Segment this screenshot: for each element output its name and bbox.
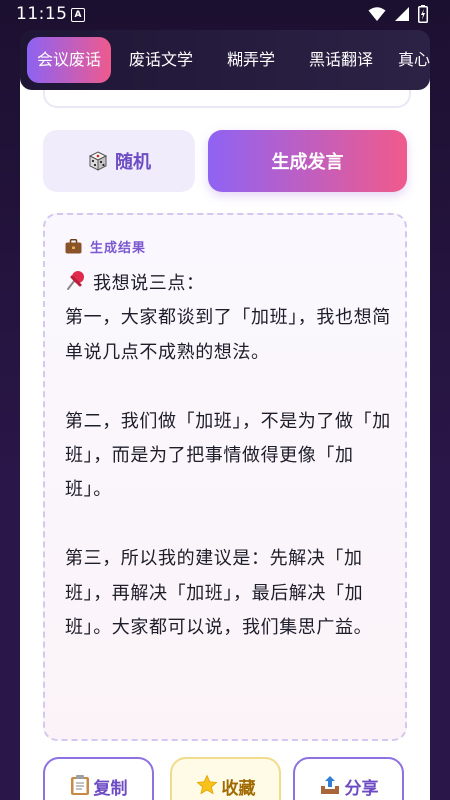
share-button[interactable]: 分享	[293, 757, 404, 800]
tab-meeting-nonsense[interactable]: 会议废话	[27, 37, 111, 83]
clipboard-icon	[70, 775, 89, 795]
share-tray-icon	[320, 776, 339, 794]
status-time: 11:15	[16, 4, 68, 24]
status-icons	[368, 5, 428, 23]
wifi-icon	[368, 7, 386, 21]
cell-signal-icon	[395, 7, 409, 21]
result-text: 我想说三点： 第一，大家都谈到了「加班」，我也想简单说几点不成熟的想法。 第二，…	[65, 267, 391, 645]
random-button[interactable]: 随机	[43, 130, 195, 192]
favorite-button[interactable]: 收藏	[170, 757, 281, 800]
result-header: 生成结果	[65, 237, 146, 256]
star-icon	[195, 774, 218, 795]
generate-button-label: 生成发言	[271, 152, 344, 173]
copy-button[interactable]: 复制	[43, 757, 154, 800]
category-tab-bar: 会议废话 废话文学 糊弄学 黑话翻译 真心	[20, 30, 430, 90]
notification-a-icon: A	[71, 8, 85, 22]
result-card: 生成结果 我想说三点： 第一，大家都谈到了「加班」，我也想简单说几点不成熟的想法…	[43, 213, 407, 741]
generate-speech-button[interactable]: 生成发言	[208, 130, 407, 192]
status-bar: 11:15 A	[0, 0, 450, 30]
battery-icon	[418, 5, 428, 23]
briefcase-icon	[65, 239, 82, 254]
tab-nonsense-literature[interactable]: 废话文学	[122, 37, 200, 83]
random-button-label: 随机	[115, 152, 151, 173]
result-paragraphs: 第一，大家都谈到了「加班」，我也想简单说几点不成熟的想法。 第二，我们做「加班」…	[65, 307, 391, 639]
share-button-label: 分享	[344, 779, 379, 799]
result-header-label: 生成结果	[90, 241, 147, 256]
tab-sincere[interactable]: 真心	[398, 37, 430, 83]
favorite-button-label: 收藏	[221, 779, 256, 799]
pushpin-icon	[67, 271, 84, 290]
dice-icon	[88, 151, 108, 171]
result-first-line: 我想说三点：	[93, 273, 205, 294]
tab-jargon-translate[interactable]: 黑话翻译	[302, 37, 380, 83]
copy-button-label: 复制	[93, 779, 128, 799]
tab-muddling-study[interactable]: 糊弄学	[215, 37, 287, 83]
